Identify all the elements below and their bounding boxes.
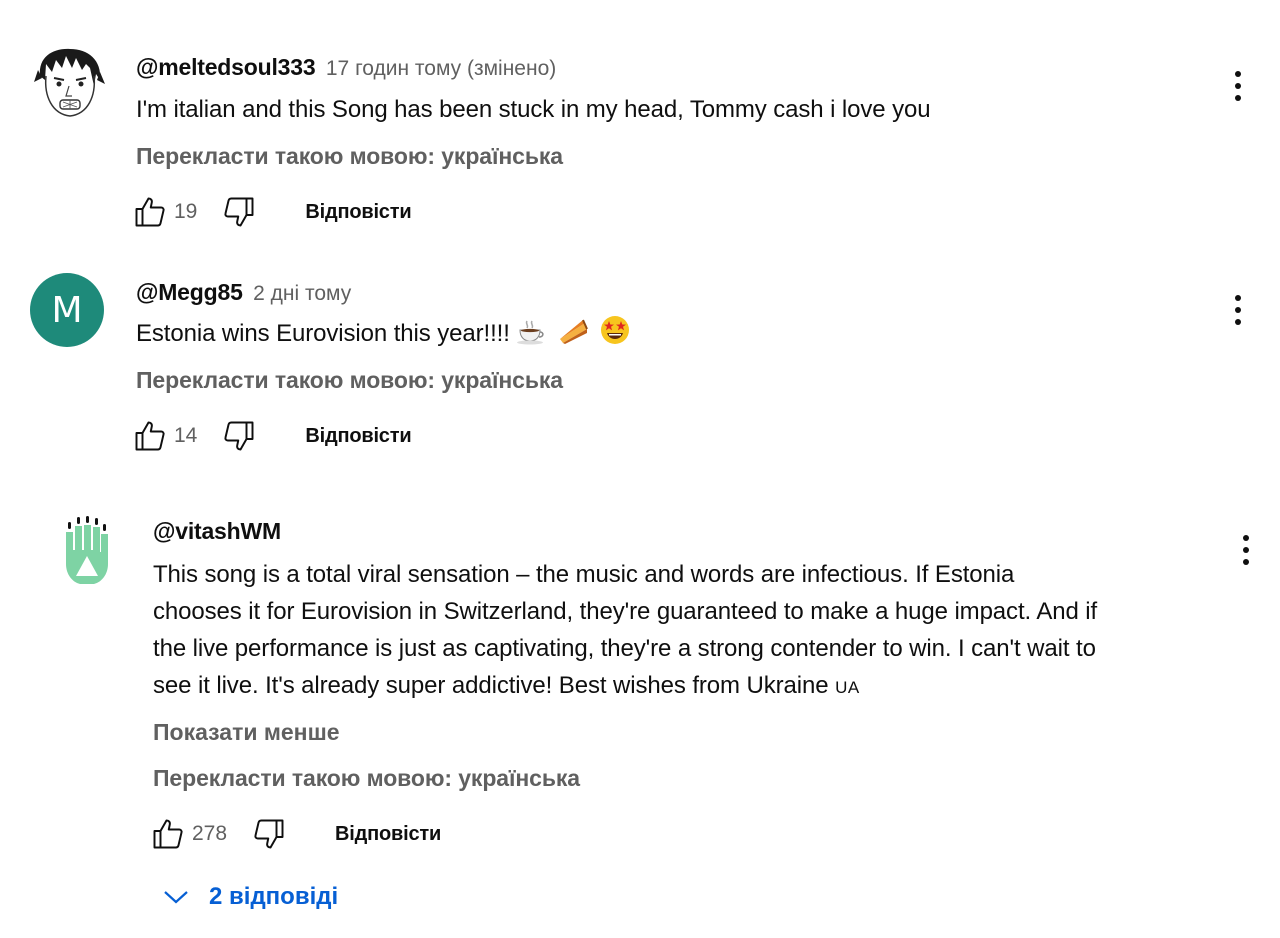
more-actions-button[interactable] [1226, 290, 1250, 330]
dislike-button[interactable] [249, 814, 289, 854]
like-button[interactable] [130, 416, 170, 456]
pie-slice-icon [557, 317, 589, 356]
show-less-link[interactable]: Показати менше [153, 719, 340, 746]
thumbs-up-icon [135, 421, 165, 451]
thumbs-down-icon [224, 421, 254, 451]
more-actions-button[interactable] [1234, 530, 1258, 570]
like-count: 14 [174, 424, 198, 447]
chevron-down-icon [163, 889, 189, 905]
like-count: 19 [174, 200, 198, 223]
author-name[interactable]: @Megg85 [136, 279, 243, 305]
comment-text-line: chooses it for Eurovision in Switzerland… [153, 598, 1098, 625]
translate-link[interactable]: Перекласти такою мовою: українська [136, 143, 563, 170]
avatar-vitashwm[interactable] [56, 510, 116, 590]
comment-1: @meltedsoul333 17 годин тому (змінено) I… [0, 0, 1280, 250]
comment-text: This song is a total viral sensation – t… [153, 556, 1223, 706]
comment-text-body: Estonia wins Eurovision this year!!!! [136, 320, 510, 347]
more-vert-icon [1243, 535, 1249, 541]
comment-header: @vitashWM [153, 518, 281, 545]
replies-count-label: 2 відповіді [209, 883, 339, 910]
thumbs-down-icon [224, 197, 254, 227]
thumbs-up-icon [135, 197, 165, 227]
comment-3: @vitashWM This song is a total viral sen… [0, 480, 1280, 938]
coffee-icon [516, 319, 546, 356]
avatar-letter: M [51, 289, 83, 331]
translate-link[interactable]: Перекласти такою мовою: українська [153, 765, 580, 792]
avatar-megg85[interactable]: M [30, 273, 104, 347]
drawn-face-icon [32, 46, 106, 120]
thumbs-up-icon [153, 819, 183, 849]
comment-text-line: the live performance is just as captivat… [153, 635, 1096, 662]
comment-text: Estonia wins Eurovision this year!!!! [136, 315, 630, 356]
comment-time[interactable]: 17 годин тому (змінено) [326, 57, 556, 80]
like-count: 278 [192, 822, 228, 845]
comment-text-line: This song is a total viral sensation – t… [153, 561, 1015, 588]
star-struck-face-icon [600, 315, 630, 356]
flag-ua: UA [835, 678, 860, 697]
dislike-button[interactable] [219, 192, 259, 232]
reply-button[interactable]: Відповісти [335, 823, 441, 846]
comment-actions: 278 Відповісти [148, 814, 441, 854]
author-name[interactable]: @meltedsoul333 [136, 54, 316, 80]
comment-header: @Megg85 2 дні тому [136, 279, 351, 306]
comment-actions: 19 Відповісти [130, 192, 412, 232]
like-button[interactable] [130, 192, 170, 232]
avatar-meltedsoul333[interactable] [32, 46, 106, 120]
comment-text: I'm italian and this Song has been stuck… [136, 96, 931, 123]
comment-2: M @Megg85 2 дні тому Estonia wins Eurovi… [0, 250, 1280, 480]
thumbs-down-icon [254, 819, 284, 849]
reply-button[interactable]: Відповісти [305, 425, 411, 448]
reply-button[interactable]: Відповісти [305, 201, 411, 224]
author-name[interactable]: @vitashWM [153, 518, 281, 544]
comment-header: @meltedsoul333 17 годин тому (змінено) [136, 54, 556, 81]
comment-actions: 14 Відповісти [130, 416, 412, 456]
dislike-button[interactable] [219, 416, 259, 456]
comment-text-line-last: see it live. It's already super addictiv… [153, 667, 1223, 706]
comment-text-line: see it live. It's already super addictiv… [153, 672, 829, 699]
more-vert-icon [1235, 295, 1241, 301]
more-vert-icon [1235, 71, 1241, 77]
show-replies-button[interactable]: 2 відповіді [163, 877, 338, 917]
like-button[interactable] [148, 814, 188, 854]
translate-link[interactable]: Перекласти такою мовою: українська [136, 367, 563, 394]
green-hand-icon [66, 516, 108, 584]
comment-time[interactable]: 2 дні тому [253, 282, 351, 305]
more-actions-button[interactable] [1226, 66, 1250, 106]
